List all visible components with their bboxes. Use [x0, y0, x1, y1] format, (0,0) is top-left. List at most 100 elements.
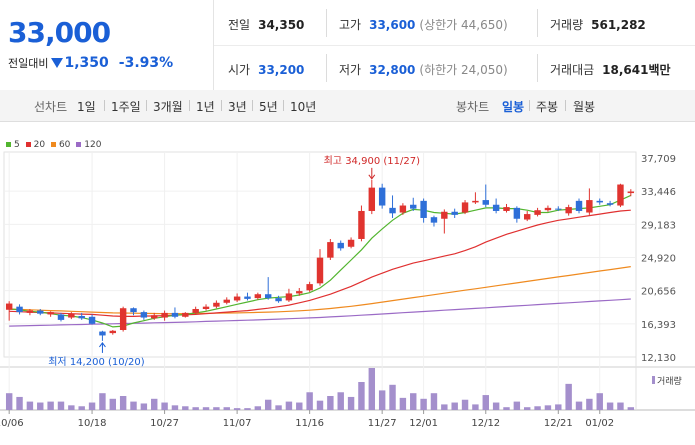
volume-bar — [254, 406, 262, 410]
down-triangle-icon — [51, 58, 64, 68]
candle — [88, 314, 96, 325]
volume-bar — [503, 407, 510, 410]
candle-body — [544, 207, 552, 211]
volume-bar — [347, 396, 355, 410]
stat-value: 33,600 — [369, 18, 416, 32]
high-arrow-head-icon — [368, 174, 376, 180]
volume-bar — [420, 398, 427, 410]
ma-legend: 5 20 60 120 — [6, 140, 101, 150]
candle — [130, 307, 137, 316]
candle-body — [140, 312, 148, 318]
candle-body — [182, 312, 189, 317]
ma60-swatch — [50, 141, 56, 147]
candle — [513, 206, 521, 223]
candle — [555, 206, 562, 211]
candle-body — [57, 314, 65, 320]
chart-period-toolbar: 선차트 1일 1주일 3개월 1년 3년 5년 10년 봉차트 일봉 주봉 월봉 — [0, 90, 695, 122]
candle — [37, 308, 44, 316]
volume-bar — [285, 401, 293, 410]
volume-bar — [78, 406, 85, 410]
line-period-1y[interactable]: 1년 — [196, 98, 215, 115]
line-chart-label[interactable]: 선차트 — [34, 98, 67, 115]
candle-body — [88, 316, 96, 324]
candle-period-daily[interactable]: 일봉 — [502, 98, 524, 115]
candle — [378, 183, 386, 209]
volume-bar — [99, 393, 106, 410]
candle-chart-label[interactable]: 봉차트 — [456, 98, 489, 115]
change-percent: -3.93% — [118, 55, 174, 71]
candle-body — [575, 200, 583, 211]
ma20-line — [9, 209, 631, 317]
candle — [109, 330, 116, 335]
candle — [192, 306, 199, 315]
candle — [306, 281, 313, 292]
stat-value: 33,200 — [258, 63, 305, 77]
line-period-5y[interactable]: 5년 — [259, 98, 278, 115]
stat-value: 32,800 — [369, 63, 416, 77]
volume-bar — [202, 407, 210, 410]
volume-bar — [544, 405, 552, 410]
candle-body — [337, 242, 344, 249]
x-tick-label: 10/18 — [78, 418, 107, 429]
toolbar-separator — [104, 100, 105, 111]
toolbar-separator — [252, 100, 253, 111]
candle-body — [16, 306, 23, 313]
candle — [617, 183, 624, 208]
candle-body — [26, 310, 34, 313]
stat-label: 고가 — [339, 18, 362, 32]
y-tick-label: 37,709 — [641, 154, 676, 165]
candle-period-monthly[interactable]: 월봉 — [573, 98, 595, 115]
stat-volume: 거래량 561,282 — [550, 16, 646, 36]
stats-divider — [214, 45, 695, 46]
ma20-swatch — [25, 141, 31, 147]
change-label: 전일대비 — [8, 57, 49, 70]
y-tick-label: 33,446 — [641, 187, 676, 198]
candle-body — [534, 210, 541, 215]
y-tick-label: 16,393 — [641, 320, 676, 331]
candle-body — [378, 187, 386, 206]
candle-body — [5, 303, 13, 310]
volume-bar — [358, 382, 365, 410]
stat-label: 전일 — [228, 18, 251, 32]
volume-bar — [472, 404, 479, 410]
candle-body — [316, 257, 324, 284]
volume-legend-swatch — [652, 376, 655, 384]
candle-period-weekly[interactable]: 주봉 — [536, 98, 558, 115]
stat-separator — [326, 9, 327, 37]
line-period-3y[interactable]: 3년 — [228, 98, 247, 115]
volume-bar — [316, 400, 324, 410]
x-tick-label: 10/06 — [0, 418, 24, 429]
line-period-3m[interactable]: 3개월 — [153, 98, 183, 115]
candle — [161, 310, 168, 321]
stat-value: 34,350 — [258, 18, 305, 32]
volume-bar — [378, 390, 386, 410]
line-period-10y[interactable]: 10년 — [290, 98, 316, 115]
candle — [430, 215, 438, 227]
candle — [5, 301, 13, 321]
line-period-1w[interactable]: 1주일 — [111, 98, 141, 115]
line-period-1d[interactable]: 1일 — [77, 98, 96, 115]
candle-body — [285, 293, 293, 301]
candle — [451, 208, 458, 218]
stat-low: 저가 32,800 (하한가 24,050) — [339, 61, 508, 81]
candle-body — [327, 242, 334, 258]
current-price: 33,000 — [8, 16, 111, 49]
toolbar-separator — [146, 100, 147, 111]
candle-body — [233, 296, 241, 301]
candle-body — [264, 294, 272, 299]
candle — [347, 237, 355, 249]
candle — [233, 293, 241, 302]
y-tick-label: 24,920 — [641, 253, 676, 264]
candle — [213, 300, 220, 309]
x-tick-label: 11/16 — [295, 418, 324, 429]
volume-bar — [565, 383, 572, 410]
y-tick-label: 20,656 — [641, 287, 676, 298]
candle — [544, 205, 552, 212]
candle-body — [171, 312, 179, 317]
candle — [327, 238, 334, 260]
stat-open: 시가 33,200 — [228, 61, 304, 81]
candle — [296, 287, 303, 296]
candle — [606, 200, 614, 207]
candle-body — [617, 184, 624, 206]
candle — [482, 184, 489, 208]
